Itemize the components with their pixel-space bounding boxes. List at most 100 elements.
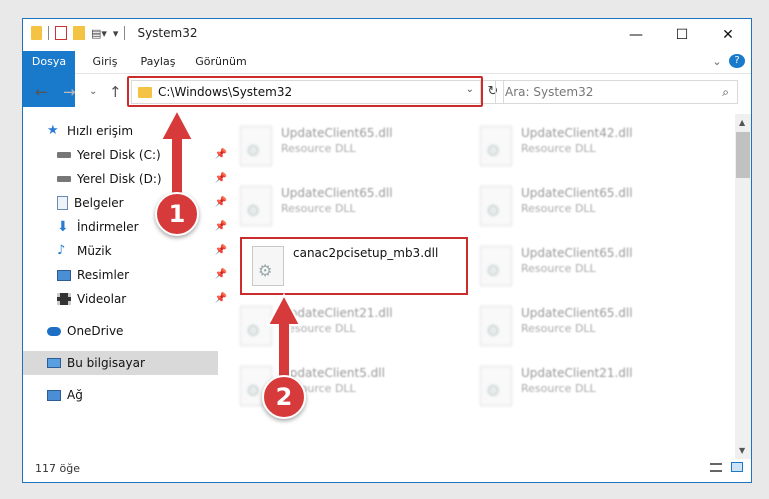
dll-file-icon: [480, 306, 512, 346]
file-name: UpdateClient65.dll: [521, 186, 633, 200]
sidebar-item-network[interactable]: Ağ: [47, 384, 83, 406]
pin-icon[interactable]: 📌: [215, 288, 227, 310]
dll-file-icon: [240, 126, 272, 166]
view-toggle: [709, 462, 743, 475]
file-name: UpdateClient65.dll: [281, 126, 393, 140]
sidebar-item-videos[interactable]: Videolar 📌: [57, 288, 227, 310]
highlight-box-file: [240, 237, 468, 295]
sidebar-item-label: İndirmeler: [77, 220, 139, 234]
file-name: UpdateClient42.dll: [521, 126, 633, 140]
file-item[interactable]: UpdateClient65.dll Resource DLL: [471, 240, 701, 296]
star-icon: ★: [47, 123, 59, 138]
sidebar-item-label: Ağ: [67, 388, 83, 402]
window-controls: — ☐ ✕: [613, 19, 751, 51]
network-icon: [47, 389, 61, 401]
highlight-box-address: [127, 76, 483, 107]
scrollbar-thumb[interactable]: [736, 132, 750, 178]
vertical-scrollbar[interactable]: ▲ ▼: [735, 114, 751, 459]
sidebar-item-onedrive[interactable]: OneDrive: [47, 320, 123, 342]
file-name: UpdateClient65.dll: [521, 306, 633, 320]
help-icon[interactable]: ?: [729, 54, 745, 68]
sidebar-item-label: Yerel Disk (D:): [77, 172, 162, 186]
dll-file-icon: [480, 126, 512, 166]
status-bar: 117 öğe: [23, 459, 751, 482]
file-type: Resource DLL: [521, 322, 596, 335]
folder-icon: [31, 26, 42, 40]
scroll-up-arrow-icon[interactable]: ▲: [739, 118, 745, 127]
pin-icon[interactable]: 📌: [215, 240, 227, 262]
file-item[interactable]: UpdateClient65.dll Resource DLL: [471, 180, 701, 236]
dll-file-icon: [480, 366, 512, 406]
maximize-button[interactable]: ☐: [659, 19, 705, 51]
step-badge-2: 2: [262, 375, 306, 419]
file-type: Resource DLL: [281, 202, 356, 215]
back-arrow-icon[interactable]: ←: [35, 83, 48, 101]
expand-ribbon-icon[interactable]: ⌄: [709, 51, 725, 73]
file-item[interactable]: UpdateClient65.dll Resource DLL: [231, 180, 461, 236]
drive-icon: [57, 176, 71, 182]
tab-view[interactable]: Görünüm: [191, 51, 251, 73]
documents-icon: [57, 196, 68, 210]
file-type: Resource DLL: [521, 382, 596, 395]
pin-icon[interactable]: 📌: [215, 264, 227, 286]
drive-icon: [57, 152, 71, 158]
search-input[interactable]: Ara: System32 ⌕: [495, 80, 738, 104]
step-badge-1: 1: [155, 192, 199, 236]
tab-share[interactable]: Paylaş: [133, 51, 183, 73]
divider: [48, 26, 49, 40]
expand-toolbar-icon[interactable]: ▾: [113, 27, 119, 40]
details-view-icon[interactable]: [709, 463, 722, 472]
close-button[interactable]: ✕: [705, 19, 751, 51]
window-title: System32: [137, 26, 198, 40]
title-bar: ▤▾ ▾ System32 — ☐ ✕: [23, 19, 751, 51]
file-type: Resource DLL: [521, 202, 596, 215]
file-name: UpdateClient65.dll: [521, 246, 633, 260]
sidebar-item-label: Yerel Disk (C:): [77, 148, 161, 162]
pin-icon[interactable]: 📌: [215, 144, 227, 166]
sidebar-item-label: Bu bilgisayar: [67, 356, 145, 370]
sidebar-item-quick-access[interactable]: ★ Hızlı erişim: [47, 120, 133, 142]
sidebar-item-this-pc[interactable]: Bu bilgisayar: [47, 352, 145, 374]
recent-locations-icon[interactable]: ⌄: [89, 86, 97, 97]
file-item[interactable]: UpdateClient42.dll Resource DLL: [471, 120, 701, 176]
file-name: UpdateClient65.dll: [281, 186, 393, 200]
tab-home[interactable]: Giriş: [85, 51, 125, 73]
sidebar-item-label: Belgeler: [74, 196, 124, 210]
download-icon: ⬇: [57, 219, 69, 235]
search-icon[interactable]: ⌕: [722, 81, 729, 103]
cloud-icon: [47, 326, 61, 336]
dll-file-icon: [240, 186, 272, 226]
ribbon-tabs: Dosya Giriş Paylaş Görünüm ⌄ ?: [23, 51, 751, 107]
pin-icon[interactable]: 📌: [215, 168, 227, 190]
customize-icon[interactable]: ▤▾: [91, 27, 107, 40]
file-type: Resource DLL: [521, 142, 596, 155]
video-icon: [57, 293, 71, 305]
large-icons-view-icon[interactable]: [731, 462, 743, 472]
new-folder-icon[interactable]: [73, 26, 85, 40]
divider: [124, 26, 126, 40]
sidebar-item-label: Resimler: [77, 268, 130, 282]
up-arrow-icon[interactable]: ↑: [109, 83, 122, 101]
forward-arrow-icon[interactable]: →: [63, 83, 76, 101]
file-item[interactable]: UpdateClient65.dll Resource DLL: [471, 300, 701, 356]
sidebar-item-label: OneDrive: [67, 324, 124, 338]
quick-access-toolbar: ▤▾ ▾ System32: [31, 26, 197, 40]
scroll-down-arrow-icon[interactable]: ▼: [739, 446, 745, 455]
file-item[interactable]: UpdateClient65.dll Resource DLL: [231, 120, 461, 176]
sidebar-item-label: Müzik: [77, 244, 112, 258]
file-item[interactable]: UpdateClient21.dll Resource DLL: [471, 360, 701, 416]
properties-icon[interactable]: [55, 26, 67, 40]
dll-file-icon: [480, 186, 512, 226]
address-bar-row: ← → ⌄ ↑ C:\Windows\System32 ⌄ ↻ Ara: Sys…: [23, 74, 751, 110]
item-count: 117 öğe: [35, 462, 80, 475]
minimize-button[interactable]: —: [613, 19, 659, 51]
pictures-icon: [57, 269, 71, 281]
file-name: UpdateClient21.dll: [521, 366, 633, 380]
search-placeholder: Ara: System32: [505, 85, 594, 99]
dll-file-icon: [480, 246, 512, 286]
pin-icon[interactable]: 📌: [215, 216, 227, 238]
sidebar-item-pictures[interactable]: Resimler 📌: [57, 264, 227, 286]
pin-icon[interactable]: 📌: [215, 192, 227, 214]
sidebar-item-label: Videolar: [77, 292, 127, 306]
sidebar-item-music[interactable]: ♪ Müzik 📌: [57, 240, 227, 262]
